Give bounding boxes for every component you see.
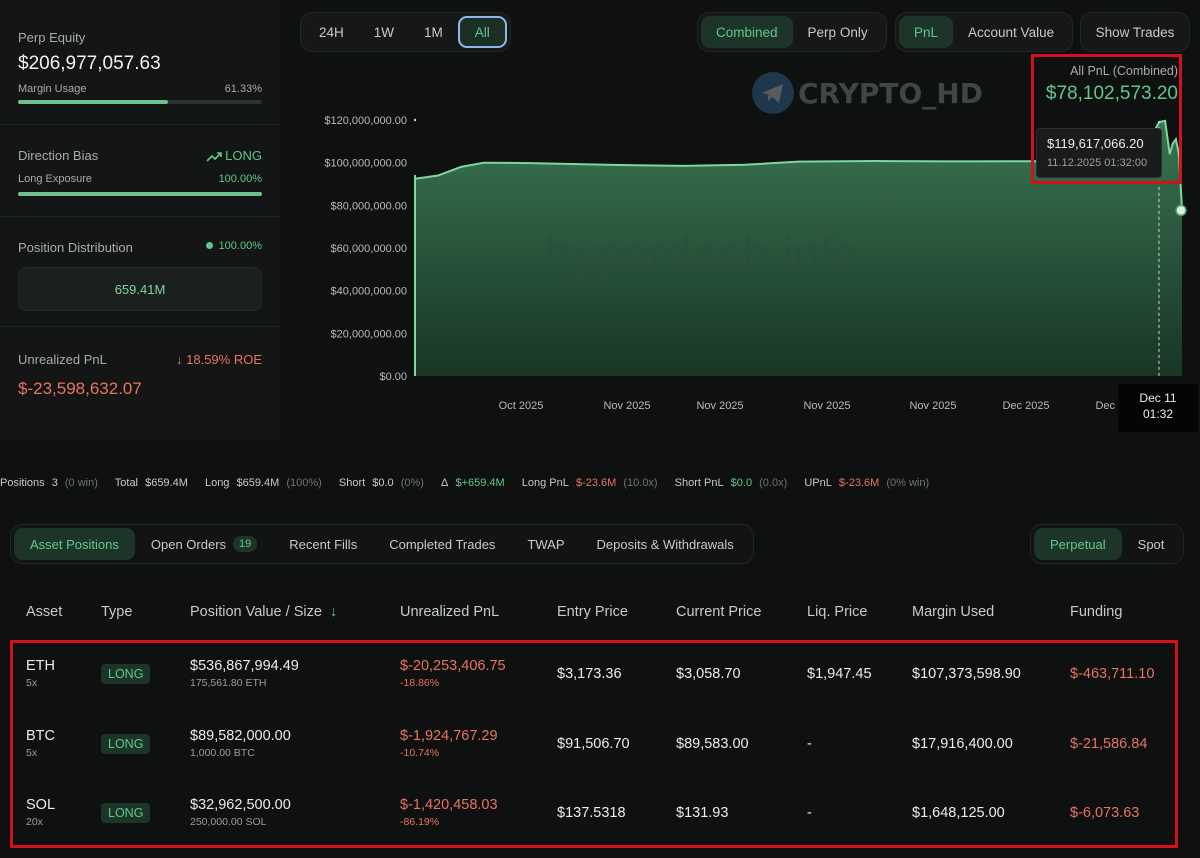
col-header-entry-price[interactable]: Entry Price: [557, 604, 628, 620]
y-tick-label: $60,000,000.00: [331, 243, 407, 255]
summary-long-pnl-value: $-23.6M: [575, 477, 617, 489]
highlight-box-positions: [10, 640, 1178, 848]
summary-upnl-value: $-23.6M: [838, 477, 880, 489]
hyperdash-watermark: hyperdash.info: [545, 229, 860, 282]
y-tick-label: $120,000,000.00: [324, 115, 407, 127]
y-tick-label: $40,000,000.00: [331, 286, 407, 298]
page: Perp Equity $206,977,057.63 Margin Usage…: [0, 0, 1200, 858]
pnl-chart[interactable]: $120,000,000.00 $100,000,000.00 $80,000,00…: [0, 0, 1200, 440]
col-header-current-price[interactable]: Current Price: [676, 604, 761, 620]
summary-short-label: Short: [338, 477, 366, 489]
crypto-hd-text: CRYPTO_HD: [798, 76, 983, 110]
positions-summary: Positions 3 (0 win) Total $659.4M Long $…: [0, 477, 933, 489]
current-value-dot[interactable]: [1175, 204, 1187, 217]
summary-short-value: $0.0: [372, 477, 394, 489]
tab-label: Asset Positions: [30, 536, 119, 552]
summary-upnl-win: (0% win): [886, 477, 930, 489]
highlight-box-pnl: [1031, 54, 1182, 184]
summary-total-value: $659.4M: [145, 477, 188, 489]
summary-long-label: Long: [204, 477, 230, 489]
y-tick-label: $20,000,000.00: [331, 328, 407, 340]
col-header-position-value[interactable]: Position Value / Size ↓: [190, 604, 337, 620]
crosshair-date-label: Dec 11 01:32: [1118, 384, 1198, 432]
tab-asset-positions[interactable]: Asset Positions: [14, 528, 135, 560]
summary-delta-value: $+659.4M: [455, 477, 505, 489]
x-tick-label: Nov 2025: [696, 400, 743, 412]
y-tick-label: $100,000,000.00: [324, 158, 407, 170]
crosshair-time: 01:32: [1142, 407, 1174, 421]
market-tabs: Perpetual Spot: [1030, 524, 1185, 564]
tab-perpetual[interactable]: Perpetual: [1034, 528, 1122, 560]
x-tick-label: Nov 2025: [803, 400, 850, 412]
summary-delta-label: Δ: [441, 477, 449, 489]
tab-label: Open Orders: [150, 536, 227, 552]
tab-recent-fills[interactable]: Recent Fills: [273, 528, 373, 560]
x-tick-label: Dec 2025: [1002, 400, 1049, 412]
summary-positions-value: 3: [51, 477, 58, 489]
summary-long-value: $659.4M: [236, 477, 280, 489]
col-header-margin-used[interactable]: Margin Used: [912, 604, 994, 620]
summary-long-pnl-lev: (10.0x): [623, 477, 658, 489]
summary-positions-label: Positions: [0, 477, 45, 489]
summary-long-pnl-label: Long PnL: [521, 477, 569, 489]
tab-label: Completed Trades: [389, 536, 496, 552]
open-orders-count-badge: 19: [233, 536, 258, 552]
y-tick-label: $80,000,000.00: [331, 200, 407, 212]
col-header-label: Position Value / Size: [190, 604, 322, 620]
y-tick-label: $0.00: [379, 371, 407, 383]
x-axis: Oct 2025 Nov 2025 Nov 2025 Nov 2025 Nov 2025…: [499, 400, 1143, 412]
col-header-unrealized-pnl[interactable]: Unrealized PnL: [400, 604, 499, 620]
tab-label: Perpetual: [1050, 536, 1106, 552]
tab-deposits-withdrawals[interactable]: Deposits & Withdrawals: [581, 528, 750, 560]
tab-label: TWAP: [527, 536, 565, 552]
x-tick-label: Nov 2025: [603, 400, 650, 412]
crypto-hd-watermark: CRYPTO_HD: [752, 72, 983, 114]
col-header-liq-price[interactable]: Liq. Price: [807, 604, 867, 620]
summary-positions-win: (0 win): [64, 477, 98, 489]
summary-long-pct: (100%): [286, 477, 322, 489]
tab-label: Recent Fills: [289, 536, 358, 552]
summary-upnl-label: UPnL: [804, 477, 832, 489]
summary-short-pct: (0%): [400, 477, 424, 489]
x-tick-label: Nov 2025: [909, 400, 956, 412]
tab-twap[interactable]: TWAP: [511, 528, 580, 560]
tab-label: Spot: [1137, 536, 1165, 552]
tab-spot[interactable]: Spot: [1122, 528, 1181, 560]
crosshair-date: Dec 11: [1139, 391, 1177, 405]
summary-short-pnl-lev: (0.0x): [759, 477, 788, 489]
tab-completed-trades[interactable]: Completed Trades: [373, 528, 511, 560]
summary-short-pnl-value: $0.0: [730, 477, 753, 489]
telegram-icon: [752, 72, 794, 114]
tab-open-orders[interactable]: Open Orders 19: [135, 528, 273, 560]
col-header-funding[interactable]: Funding: [1070, 604, 1122, 620]
col-header-asset[interactable]: Asset: [26, 604, 62, 620]
sort-down-icon: ↓: [329, 604, 338, 620]
summary-total-label: Total: [114, 477, 139, 489]
axis-marker-dot: [413, 118, 417, 122]
col-header-type[interactable]: Type: [101, 604, 132, 620]
tab-label: Deposits & Withdrawals: [596, 536, 734, 552]
x-tick-label: Oct 2025: [499, 400, 544, 412]
summary-short-pnl-label: Short PnL: [674, 477, 724, 489]
y-axis: $120,000,000.00 $100,000,000.00 $80,000,00…: [324, 115, 407, 383]
positions-tabs: Asset Positions Open Orders 19 Recent Fil…: [10, 524, 754, 564]
